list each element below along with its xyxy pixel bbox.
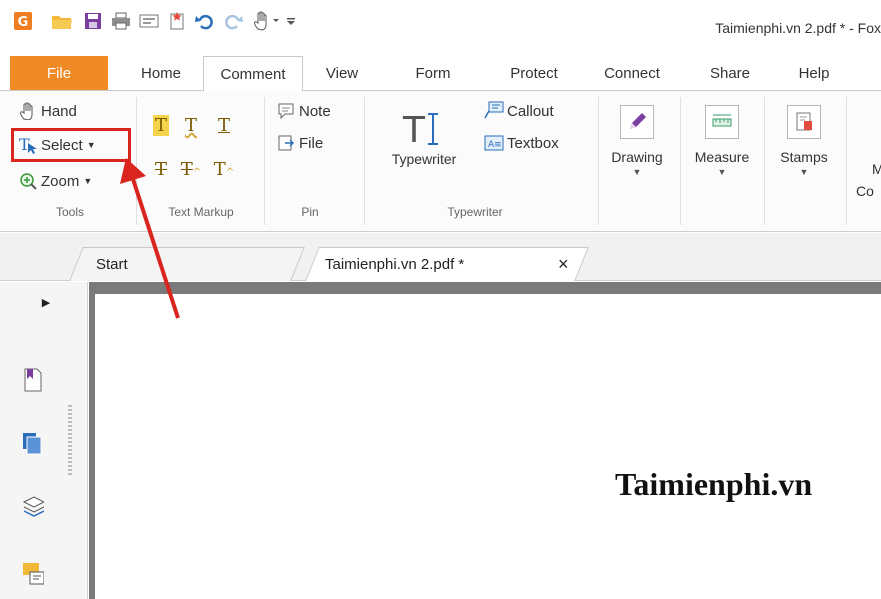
hand-button[interactable]: Hand (18, 101, 77, 121)
chevron-down-icon: ▼ (799, 167, 809, 177)
zoom-button[interactable]: Zoom ▼ (18, 171, 92, 191)
ribbon-panel: Hand T Select ▼ Zoom ▼ Tools T T T T T^ … (0, 90, 881, 232)
ribbon-tabs: File Home Comment View Form Protect Conn… (0, 56, 881, 91)
file-attach-icon (276, 133, 296, 153)
select-label: Select (41, 136, 83, 154)
tab-file[interactable]: File (10, 56, 108, 90)
typewriter-icon: T (399, 105, 449, 151)
layers-icon[interactable] (22, 494, 44, 518)
chevron-down-icon: ▼ (717, 167, 727, 177)
replace-text-icon[interactable]: T^ (180, 159, 202, 180)
group-divider (846, 97, 847, 225)
callout-label: Callout (507, 102, 554, 120)
squiggly-icon[interactable]: T (180, 115, 202, 136)
callout-icon (484, 101, 504, 121)
tab-view[interactable]: View (309, 56, 375, 90)
group-label-text-markup: Text Markup (168, 205, 234, 219)
scan-icon[interactable] (138, 10, 160, 32)
chevron-down-icon: ▼ (86, 140, 96, 150)
stamp-icon (787, 105, 821, 139)
file-label: File (299, 134, 324, 152)
measure-label: Measure (694, 149, 750, 165)
drawing-button[interactable]: Drawing ▼ (602, 105, 672, 177)
group-divider (680, 97, 681, 225)
window-title: Taimienphi.vn 2.pdf * - Fox (715, 20, 881, 36)
svg-text:G: G (18, 15, 29, 30)
typewriter-button[interactable]: T Typewriter (376, 105, 472, 167)
document-heading: Taimienphi.vn (615, 466, 813, 502)
new-icon[interactable] (166, 10, 188, 32)
customize-dropdown-icon[interactable] (284, 10, 298, 32)
tab-start[interactable]: Start (96, 247, 128, 281)
group-label-tools: Tools (55, 205, 84, 219)
cut-off-button-bottom[interactable]: Co (856, 183, 874, 199)
save-icon[interactable] (82, 10, 104, 32)
navigation-pane: ▶ (0, 282, 88, 599)
tab-share[interactable]: Share (695, 56, 765, 90)
select-button[interactable]: T Select ▼ (18, 135, 96, 155)
ruler-icon (705, 105, 739, 139)
bookmark-icon[interactable] (22, 368, 44, 392)
comments-icon[interactable] (22, 562, 44, 586)
svg-text:A≡: A≡ (488, 140, 502, 150)
pencil-icon (620, 105, 654, 139)
tab-protect[interactable]: Protect (494, 56, 574, 90)
stamps-button[interactable]: Stamps ▼ (768, 105, 840, 177)
document-tab-strip: Start Taimienphi.vn 2.pdf * × (0, 233, 881, 281)
textbox-button[interactable]: A≡ Textbox (484, 133, 559, 153)
open-folder-icon[interactable] (50, 10, 74, 32)
print-icon[interactable] (110, 10, 132, 32)
foxit-logo-icon[interactable]: G (12, 10, 34, 32)
expand-pane-icon[interactable]: ▶ (40, 290, 52, 314)
measure-button[interactable]: Measure ▼ (684, 105, 760, 177)
file-attach-button[interactable]: File (276, 133, 323, 153)
strikeout-icon[interactable]: T (150, 159, 172, 180)
callout-button[interactable]: Callout (484, 101, 554, 121)
group-divider (598, 97, 599, 225)
close-tab-icon[interactable]: × (558, 247, 569, 281)
tab-help[interactable]: Help (784, 56, 844, 90)
pdf-page[interactable]: Taimienphi.vn (95, 294, 881, 599)
stamps-label: Stamps (780, 149, 828, 165)
tab-connect[interactable]: Connect (591, 56, 673, 90)
chevron-down-icon: ▼ (632, 167, 642, 177)
group-label-typewriter: Typewriter (447, 205, 503, 219)
hand-icon (18, 101, 38, 121)
drawing-label: Drawing (611, 149, 663, 165)
note-label: Note (299, 102, 331, 120)
note-button[interactable]: Note (276, 101, 331, 121)
undo-icon[interactable] (194, 10, 216, 32)
note-icon (276, 101, 296, 121)
typewriter-label: Typewriter (391, 151, 457, 167)
group-divider (364, 97, 365, 225)
title-bar: G Taimienphi.vn 2.pdf * - Fox (0, 0, 881, 46)
group-divider (136, 97, 137, 225)
select-text-icon: T (18, 135, 38, 155)
group-divider (764, 97, 765, 225)
group-divider (264, 97, 265, 225)
hand-tool-icon[interactable] (250, 10, 284, 32)
hand-label: Hand (41, 102, 77, 120)
highlight-icon[interactable]: T (150, 115, 172, 136)
zoom-label: Zoom (41, 172, 80, 190)
pages-icon[interactable] (22, 432, 44, 456)
textbox-label: Textbox (507, 134, 559, 152)
pane-resize-grip[interactable] (68, 405, 72, 475)
group-label-pin: Pin (301, 205, 319, 219)
tab-form[interactable]: Form (398, 56, 468, 90)
chevron-down-icon: ▼ (83, 176, 93, 186)
redo-icon[interactable] (222, 10, 244, 32)
cut-off-button-top[interactable]: M (872, 161, 881, 177)
tab-comment[interactable]: Comment (203, 56, 303, 91)
insert-text-icon[interactable]: T^ (213, 159, 235, 180)
tab-document[interactable]: Taimienphi.vn 2.pdf * (325, 247, 464, 281)
textbox-icon: A≡ (484, 133, 504, 153)
underline-icon[interactable]: T (213, 115, 235, 136)
document-viewer[interactable]: Taimienphi.vn (89, 282, 881, 599)
zoom-icon (18, 171, 38, 191)
tab-home[interactable]: Home (126, 56, 196, 90)
svg-text:T: T (402, 110, 426, 148)
